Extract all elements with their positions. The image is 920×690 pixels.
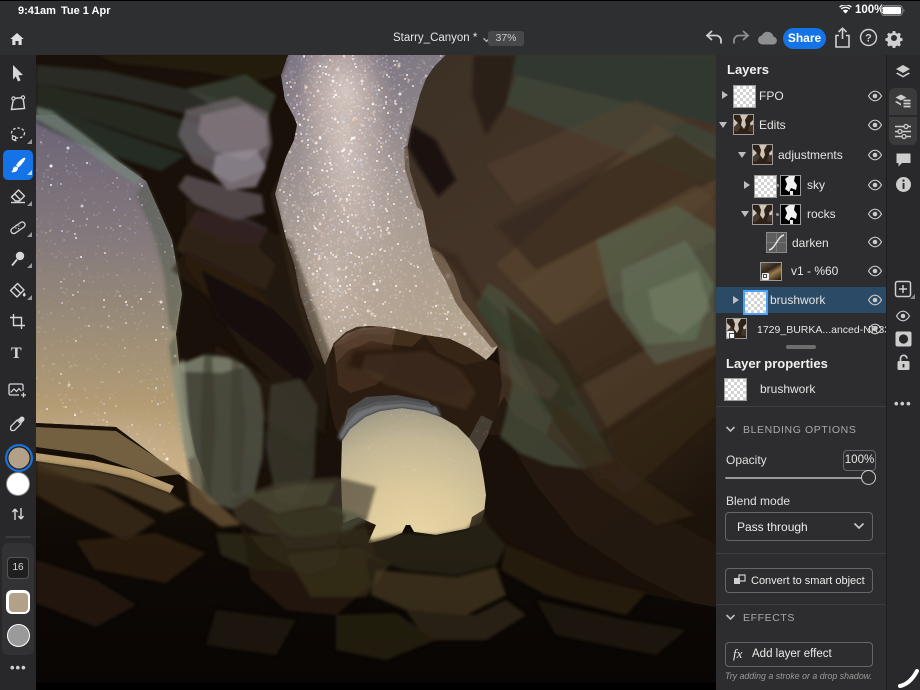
svg-text:?: ?: [865, 32, 872, 44]
